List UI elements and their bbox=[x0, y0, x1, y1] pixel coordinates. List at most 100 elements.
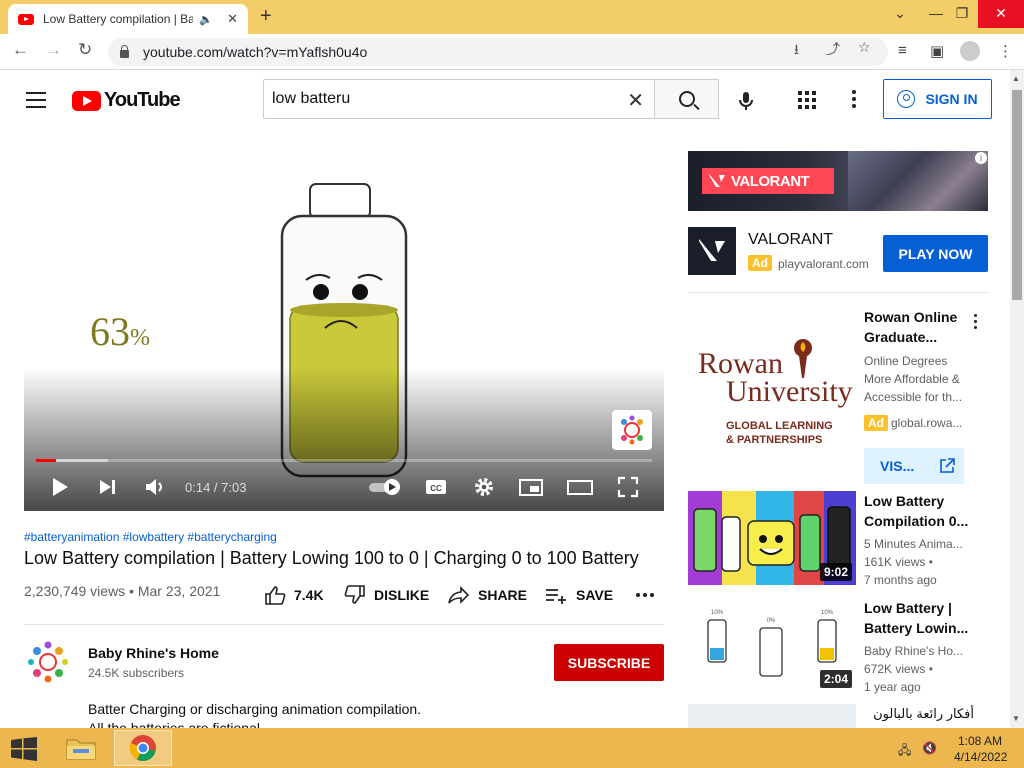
folder-icon bbox=[66, 739, 96, 760]
valorant-app-icon[interactable] bbox=[688, 227, 736, 275]
chevron-down-icon[interactable]: ⌄ bbox=[882, 0, 918, 28]
volume-icon[interactable] bbox=[144, 475, 166, 499]
visit-button[interactable]: VIS... bbox=[864, 448, 964, 484]
close-tab-icon[interactable]: ✕ bbox=[227, 11, 238, 27]
back-button[interactable]: ← bbox=[12, 40, 29, 60]
scroll-down-arrow-icon[interactable]: ▼ bbox=[1012, 714, 1020, 723]
rowan-wordmark: Rowan University bbox=[698, 347, 853, 408]
video-meta: 5 Minutes Anima... 161K views • 7 months… bbox=[864, 537, 963, 587]
captions-icon[interactable]: CC bbox=[424, 475, 448, 499]
dislike-button[interactable]: DISLIKE bbox=[344, 585, 429, 605]
scrollbar-thumb[interactable] bbox=[1012, 90, 1022, 300]
share-icon[interactable]: ⤴ bbox=[826, 39, 840, 59]
video-thumbnail[interactable]: 10% 0% 10% 2:04 bbox=[688, 598, 856, 692]
file-explorer-taskbar-button[interactable] bbox=[52, 730, 110, 766]
browser-tab-strip: Low Battery compilation | Ba 🔈 ✕ + ⌄ — ❐… bbox=[0, 0, 1024, 34]
address-bar[interactable]: youtube.com/watch?v=mYaflsh0u4o bbox=[108, 38, 888, 66]
chrome-taskbar-button[interactable] bbox=[114, 730, 172, 766]
svg-text:10%: 10% bbox=[711, 610, 724, 616]
promoted-thumbnail[interactable]: Rowan University GLOBAL LEARNING & PARTN… bbox=[688, 308, 856, 476]
fullscreen-icon[interactable] bbox=[616, 475, 640, 499]
progress-bar-track[interactable] bbox=[36, 459, 652, 462]
youtube-header: YouTube ✕ SIGN IN bbox=[0, 70, 1010, 128]
ad-advertiser-name[interactable]: VALORANT bbox=[748, 231, 833, 249]
svg-text:10%: 10% bbox=[821, 610, 834, 616]
play-icon[interactable] bbox=[50, 475, 70, 499]
search-box[interactable]: ✕ bbox=[263, 79, 655, 119]
video-title-link[interactable]: Low Battery | Battery Lowin... bbox=[864, 598, 974, 638]
network-icon[interactable]: 🖧 bbox=[898, 741, 911, 762]
apps-grid-icon[interactable] bbox=[798, 91, 816, 109]
clear-search-icon[interactable]: ✕ bbox=[627, 88, 644, 113]
new-tab-button[interactable]: + bbox=[260, 5, 272, 28]
torch-icon bbox=[794, 339, 812, 378]
video-title-link[interactable]: Low Battery Compilation 0... bbox=[864, 491, 974, 531]
more-actions-icon[interactable] bbox=[636, 593, 654, 597]
save-button[interactable]: SAVE bbox=[544, 585, 613, 605]
profile-avatar-icon[interactable] bbox=[960, 41, 980, 61]
browser-toolbar: ← → ↻ youtube.com/watch?v=mYaflsh0u4o ⭳ … bbox=[0, 34, 1024, 70]
bookmark-star-icon[interactable]: ☆ bbox=[858, 39, 871, 56]
sign-in-button[interactable]: SIGN IN bbox=[883, 79, 992, 119]
ad-info-icon[interactable]: i bbox=[975, 152, 987, 164]
autoplay-toggle[interactable] bbox=[368, 475, 402, 499]
channel-avatar[interactable] bbox=[24, 638, 72, 686]
forward-button[interactable]: → bbox=[45, 40, 62, 60]
reload-button[interactable]: ↻ bbox=[78, 40, 92, 60]
like-button[interactable]: 7.4K bbox=[264, 585, 324, 605]
video-hashtags[interactable]: #batteryanimation #lowbattery #batterych… bbox=[24, 530, 277, 544]
video-thumbnail[interactable]: 9:02 bbox=[688, 491, 856, 585]
like-count: 7.4K bbox=[294, 587, 324, 603]
scroll-up-arrow-icon[interactable]: ▲ bbox=[1012, 74, 1020, 83]
settings-menu-icon[interactable] bbox=[852, 90, 856, 111]
lock-icon[interactable] bbox=[120, 44, 129, 58]
promoted-domain[interactable]: global.rowa... bbox=[891, 414, 971, 432]
progress-bar-played[interactable] bbox=[36, 459, 56, 462]
ad-banner[interactable]: VALORANT bbox=[688, 151, 988, 211]
clock-date[interactable]: 4/14/2022 bbox=[954, 750, 1007, 764]
side-panel-icon[interactable]: ▣ bbox=[930, 42, 944, 60]
thumbs-up-icon bbox=[265, 586, 286, 605]
video-title-link[interactable]: أفكار رائعة بالبالون bbox=[864, 704, 974, 724]
ad-domain[interactable]: playvalorant.com bbox=[778, 257, 869, 271]
volume-muted-icon[interactable]: 🔇 bbox=[922, 741, 937, 755]
page-scrollbar[interactable]: ▲ ▼ bbox=[1010, 70, 1024, 728]
url-text[interactable]: youtube.com/watch?v=mYaflsh0u4o bbox=[143, 44, 367, 60]
promoted-description: Online Degrees More Affordable & Accessi… bbox=[864, 354, 963, 404]
window-close-button[interactable]: ✕ bbox=[978, 0, 1024, 28]
external-link-icon bbox=[940, 458, 956, 473]
svg-text:0%: 0% bbox=[767, 618, 776, 624]
restore-button[interactable]: ❐ bbox=[944, 0, 980, 28]
chrome-menu-icon[interactable]: ⋮ bbox=[998, 42, 1013, 60]
theater-mode-icon[interactable] bbox=[566, 475, 594, 499]
clock-time[interactable]: 1:08 AM bbox=[958, 734, 1002, 748]
view-count-date: 2,230,749 views • Mar 23, 2021 bbox=[24, 583, 221, 599]
youtube-logo[interactable]: YouTube bbox=[72, 89, 181, 112]
video-player[interactable]: 63% 0:14 / 7:03 CC bbox=[24, 152, 664, 511]
channel-name[interactable]: Baby Rhine's Home bbox=[88, 645, 219, 661]
windows-start-icon[interactable] bbox=[10, 737, 38, 761]
miniplayer-icon[interactable] bbox=[518, 475, 544, 499]
channel-watermark[interactable] bbox=[612, 410, 652, 450]
subscribe-button[interactable]: SUBSCRIBE bbox=[554, 644, 664, 681]
play-now-button[interactable]: PLAY NOW bbox=[883, 235, 988, 272]
share-arrow-icon bbox=[448, 586, 470, 604]
next-video-icon[interactable] bbox=[98, 475, 118, 499]
share-button[interactable]: SHARE bbox=[448, 585, 527, 605]
taskbar: 🖧 🔇 1:08 AM 4/14/2022 bbox=[0, 728, 1024, 768]
description-line: Batter Charging or discharging animation… bbox=[88, 701, 422, 717]
install-icon[interactable]: ⭳ bbox=[794, 39, 799, 63]
promoted-title[interactable]: Rowan Online Graduate... bbox=[864, 307, 968, 347]
svg-text:CC: CC bbox=[430, 484, 442, 493]
menu-icon[interactable] bbox=[26, 92, 46, 113]
info-divider bbox=[24, 624, 664, 625]
search-input[interactable] bbox=[272, 90, 612, 108]
promoted-more-icon[interactable] bbox=[974, 314, 978, 332]
video-thumbnail[interactable] bbox=[688, 704, 856, 728]
speaker-icon[interactable]: 🔈 bbox=[199, 13, 213, 26]
microphone-icon[interactable] bbox=[734, 89, 758, 113]
search-button[interactable] bbox=[655, 79, 719, 119]
settings-gear-icon[interactable] bbox=[472, 475, 496, 499]
media-control-icon[interactable]: ≡ bbox=[898, 42, 907, 59]
browser-tab[interactable]: Low Battery compilation | Ba 🔈 ✕ bbox=[8, 4, 248, 34]
